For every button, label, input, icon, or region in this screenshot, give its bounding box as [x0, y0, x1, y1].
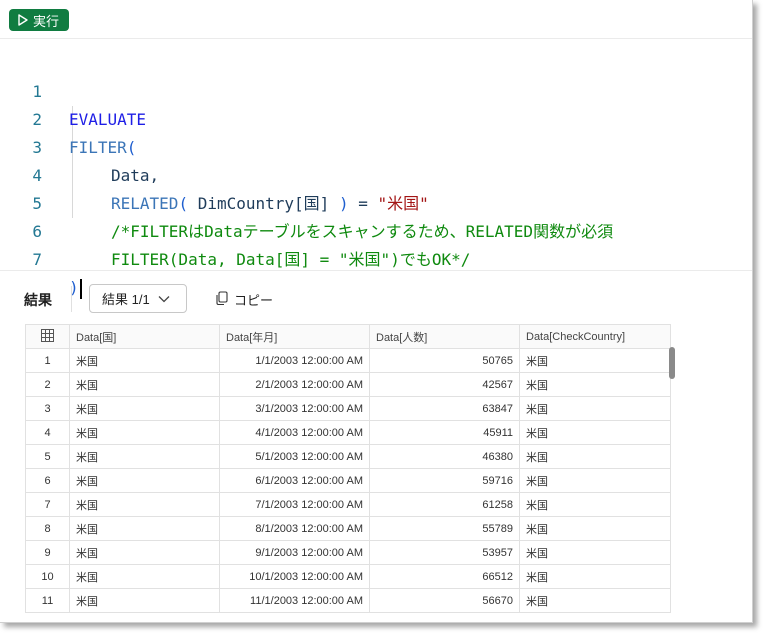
- table-row[interactable]: 11 米国 11/1/2003 12:00:00 AM 56670 米国: [25, 588, 671, 613]
- cell-people[interactable]: 53957: [369, 540, 520, 565]
- comment: FILTER(Data, Data[国] = "米国")でもOK*/: [111, 250, 471, 269]
- cell-check-country[interactable]: 米国: [519, 516, 671, 541]
- chevron-down-icon: [158, 291, 170, 306]
- code-line: 4 RELATED( DimCountry[国] ) = "米国": [0, 134, 752, 213]
- cell-people[interactable]: 61258: [369, 492, 520, 517]
- table-row[interactable]: 2 米国 2/1/2003 12:00:00 AM 42567 米国: [25, 372, 671, 397]
- cell-month[interactable]: 10/1/2003 12:00:00 AM: [219, 564, 370, 589]
- code-line: 1 EVALUATE: [0, 50, 752, 129]
- column-header-month[interactable]: Data[年月]: [219, 324, 370, 349]
- cell-country[interactable]: 米国: [69, 468, 220, 493]
- row-number[interactable]: 9: [25, 540, 70, 565]
- cell-country[interactable]: 米国: [69, 588, 220, 613]
- divider: [71, 286, 72, 312]
- cell-check-country[interactable]: 米国: [519, 492, 671, 517]
- cell-country[interactable]: 米国: [69, 492, 220, 517]
- table-row[interactable]: 6 米国 6/1/2003 12:00:00 AM 59716 米国: [25, 468, 671, 493]
- cell-month[interactable]: 5/1/2003 12:00:00 AM: [219, 444, 370, 469]
- cell-country[interactable]: 米国: [69, 516, 220, 541]
- query-window: 実行 1 EVALUATE 2 FILTER( 3 Data, 4 RELATE…: [0, 0, 753, 623]
- cell-month[interactable]: 9/1/2003 12:00:00 AM: [219, 540, 370, 565]
- cell-check-country[interactable]: 米国: [519, 468, 671, 493]
- copy-button[interactable]: コピー: [216, 290, 273, 309]
- row-number[interactable]: 8: [25, 516, 70, 541]
- row-number[interactable]: 3: [25, 396, 70, 421]
- result-set-dropdown[interactable]: 結果 1/1: [89, 284, 187, 313]
- code-line: 5 /*FILTERはDataテーブルをスキャンするため、RELATED関数が必…: [0, 162, 752, 241]
- cell-check-country[interactable]: 米国: [519, 540, 671, 565]
- vertical-scrollbar[interactable]: [669, 347, 675, 379]
- result-set-value: 結果 1/1: [102, 292, 150, 307]
- cell-month[interactable]: 2/1/2003 12:00:00 AM: [219, 372, 370, 397]
- row-number[interactable]: 1: [25, 348, 70, 373]
- cell-people[interactable]: 55789: [369, 516, 520, 541]
- cell-people[interactable]: 50765: [369, 348, 520, 373]
- code-line: 7 ): [0, 218, 752, 299]
- cell-month[interactable]: 3/1/2003 12:00:00 AM: [219, 396, 370, 421]
- run-button-label: 実行: [33, 13, 60, 29]
- cell-check-country[interactable]: 米国: [519, 588, 671, 613]
- cell-people[interactable]: 59716: [369, 468, 520, 493]
- cell-country[interactable]: 米国: [69, 444, 220, 469]
- cell-country[interactable]: 米国: [69, 564, 220, 589]
- table-row[interactable]: 4 米国 4/1/2003 12:00:00 AM 45911 米国: [25, 420, 671, 445]
- cell-month[interactable]: 4/1/2003 12:00:00 AM: [219, 420, 370, 445]
- cell-people[interactable]: 66512: [369, 564, 520, 589]
- cell-country[interactable]: 米国: [69, 420, 220, 445]
- table-row[interactable]: 3 米国 3/1/2003 12:00:00 AM 63847 米国: [25, 396, 671, 421]
- row-number[interactable]: 11: [25, 588, 70, 613]
- cell-month[interactable]: 1/1/2003 12:00:00 AM: [219, 348, 370, 373]
- cell-check-country[interactable]: 米国: [519, 396, 671, 421]
- row-number[interactable]: 4: [25, 420, 70, 445]
- cell-check-country[interactable]: 米国: [519, 564, 671, 589]
- play-icon: [17, 14, 29, 26]
- cell-check-country[interactable]: 米国: [519, 420, 671, 445]
- cell-people[interactable]: 63847: [369, 396, 520, 421]
- copy-button-label: コピー: [234, 293, 274, 308]
- code-editor[interactable]: 1 EVALUATE 2 FILTER( 3 Data, 4 RELATED( …: [0, 50, 752, 299]
- grid-body: 1 米国 1/1/2003 12:00:00 AM 50765 米国 2 米国 2/1/200…: [25, 348, 671, 613]
- cell-country[interactable]: 米国: [69, 372, 220, 397]
- table-row[interactable]: 7 米国 7/1/2003 12:00:00 AM 61258 米国: [25, 492, 671, 517]
- row-number[interactable]: 10: [25, 564, 70, 589]
- results-grid: Data[国] Data[年月] Data[人数] Data[CheckCoun…: [25, 324, 671, 613]
- code-line: 3 Data,: [0, 106, 752, 185]
- table-row[interactable]: 10 米国 10/1/2003 12:00:00 AM 66512 米国: [25, 564, 671, 589]
- table-row[interactable]: 9 米国 9/1/2003 12:00:00 AM 53957 米国: [25, 540, 671, 565]
- column-header-check-country[interactable]: Data[CheckCountry]: [519, 324, 671, 349]
- results-title: 結果: [24, 292, 52, 308]
- results-header: 結果 結果 1/1 コピー: [0, 270, 752, 325]
- cell-check-country[interactable]: 米国: [519, 348, 671, 373]
- copy-icon: [216, 291, 228, 308]
- cell-month[interactable]: 7/1/2003 12:00:00 AM: [219, 492, 370, 517]
- table-row[interactable]: 1 米国 1/1/2003 12:00:00 AM 50765 米国: [25, 348, 671, 373]
- table-grid-icon: [41, 328, 54, 345]
- run-button[interactable]: 実行: [9, 9, 70, 31]
- table-row[interactable]: 8 米国 8/1/2003 12:00:00 AM 55789 米国: [25, 516, 671, 541]
- cell-month[interactable]: 6/1/2003 12:00:00 AM: [219, 468, 370, 493]
- column-header-country[interactable]: Data[国]: [69, 324, 220, 349]
- row-number[interactable]: 5: [25, 444, 70, 469]
- cell-people[interactable]: 46380: [369, 444, 520, 469]
- cell-people[interactable]: 56670: [369, 588, 520, 613]
- code-line: 2 FILTER(: [0, 78, 752, 157]
- cell-country[interactable]: 米国: [69, 348, 220, 373]
- row-number[interactable]: 6: [25, 468, 70, 493]
- cell-month[interactable]: 11/1/2003 12:00:00 AM: [219, 588, 370, 613]
- cell-people[interactable]: 45911: [369, 420, 520, 445]
- select-all-cell[interactable]: [25, 324, 70, 349]
- header-row: Data[国] Data[年月] Data[人数] Data[CheckCoun…: [25, 324, 671, 349]
- cell-check-country[interactable]: 米国: [519, 444, 671, 469]
- toolbar: 実行: [0, 0, 752, 39]
- cell-month[interactable]: 8/1/2003 12:00:00 AM: [219, 516, 370, 541]
- cell-country[interactable]: 米国: [69, 540, 220, 565]
- code-line: 6 FILTER(Data, Data[国] = "米国")でもOK*/: [0, 190, 752, 269]
- cell-people[interactable]: 42567: [369, 372, 520, 397]
- table-row[interactable]: 5 米国 5/1/2003 12:00:00 AM 46380 米国: [25, 444, 671, 469]
- cell-country[interactable]: 米国: [69, 396, 220, 421]
- cell-check-country[interactable]: 米国: [519, 372, 671, 397]
- row-number[interactable]: 2: [25, 372, 70, 397]
- column-header-people[interactable]: Data[人数]: [369, 324, 520, 349]
- row-number[interactable]: 7: [25, 492, 70, 517]
